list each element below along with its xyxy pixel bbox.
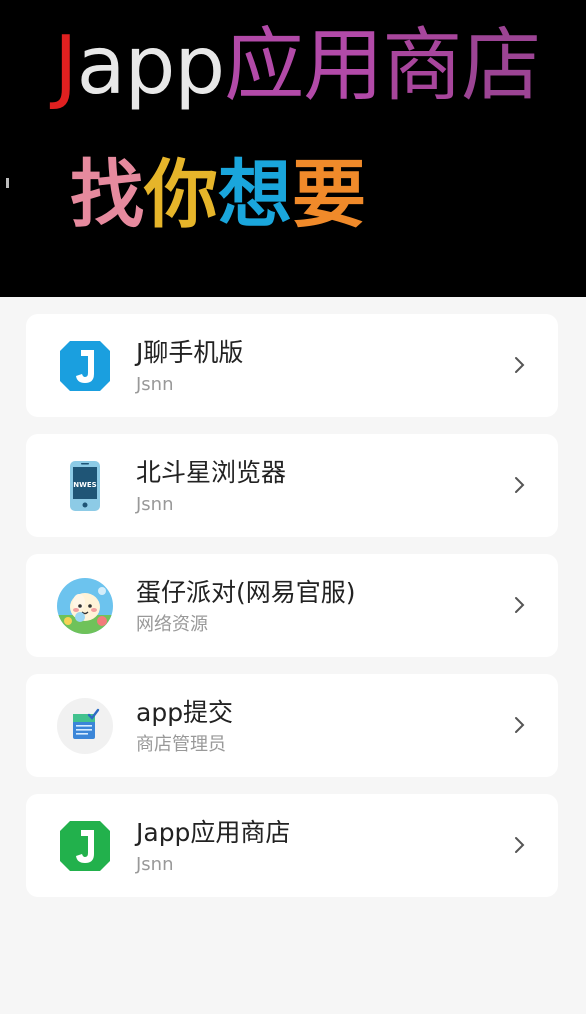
banner-subtitle-glyph: 要 [292,152,366,238]
app-author: Jsnn [136,494,174,515]
chevron-right-icon [515,837,525,853]
phone-screen-label: NWES [73,481,96,489]
egg-party-mascot-icon [56,577,114,635]
app-name: Japp应用商店 [136,818,291,847]
app-name: 蛋仔派对(网易官服) [136,578,356,607]
banner-title: Japp应用商店 [54,19,541,112]
chevron-right-icon [515,717,525,733]
app-author: 网络资源 [136,614,208,635]
banner-subtitle-glyph: 你 [144,152,218,238]
banner-title-glyph: p [124,19,176,112]
banner-subtitle-glyph: 找 [70,152,144,238]
j-chat-blue-icon [56,337,114,395]
banner-title-glyph: p [174,19,225,112]
chevron-right-icon [515,357,525,373]
banner-title-glyph: J [54,19,78,112]
banner-title-glyph: a [76,19,126,112]
chevron-right-icon [515,597,525,613]
banner-title-glyph: 应 [224,19,304,112]
app-name: 北斗星浏览器 [136,458,287,487]
app-item-japp-store[interactable]: Japp应用商店 Jsnn [26,794,558,897]
banner-marker [6,178,9,188]
phone-browser-icon: NWES [56,457,114,515]
app-author: 商店管理员 [136,734,226,755]
app-item-j-chat[interactable]: J聊手机版 Jsnn [26,314,558,417]
app-item-egg-party[interactable]: 蛋仔派对(网易官服) 网络资源 [26,554,558,657]
banner-title-glyph: 用 [303,19,383,112]
chevron-right-icon [515,477,525,493]
app-name: app提交 [136,698,234,727]
app-item-app-submit[interactable]: app提交 商店管理员 [26,674,558,777]
app-item-beidou-browser[interactable]: NWES 北斗星浏览器 Jsnn [26,434,558,537]
document-check-icon [56,697,114,755]
app-name: J聊手机版 [136,338,244,367]
banner-subtitle-glyph: 想 [218,152,292,238]
banner-title-glyph: 店 [461,19,541,112]
banner-title-glyph: 商 [382,19,462,112]
j-store-green-icon [56,817,114,875]
app-author: Jsnn [136,854,174,875]
banner-subtitle: 找你想要 [70,158,366,232]
header-banner: Japp应用商店 找你想要 [0,0,586,297]
app-author: Jsnn [136,374,174,395]
